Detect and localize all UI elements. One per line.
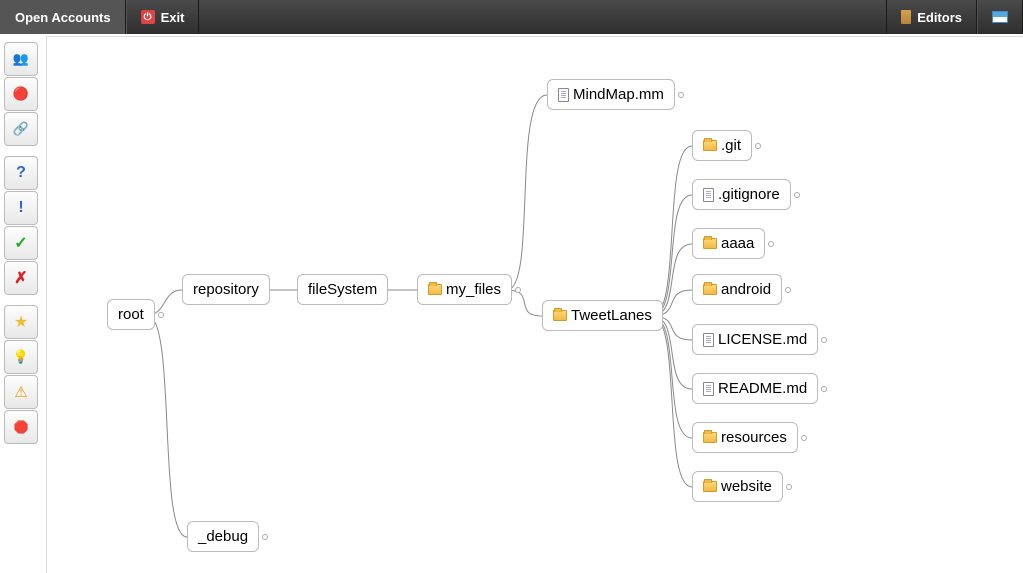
file-icon	[703, 382, 714, 396]
node-label: root	[118, 306, 144, 323]
expand-handle[interactable]	[785, 287, 791, 293]
exit-label: Exit	[161, 10, 185, 25]
top-toolbar: Open Accounts ⏻ Exit Editors	[0, 0, 1023, 34]
x-icon: ✗	[14, 268, 27, 288]
node-label: README.md	[718, 380, 807, 397]
link-icon: 🔗	[13, 121, 29, 137]
folder-icon	[553, 310, 567, 321]
node-mindmap[interactable]: MindMap.mm	[547, 79, 675, 110]
node-debug[interactable]: _debug	[187, 521, 259, 552]
star-button[interactable]: ★	[4, 305, 38, 339]
node-label: LICENSE.md	[718, 331, 807, 348]
node-label: .git	[721, 137, 741, 154]
folder-icon	[703, 432, 717, 443]
left-toolbar: 👥 🔴 🔗 ? ! ✓ ✗ ★ 💡 ⚠ 🛑	[4, 42, 38, 444]
folder-icon	[428, 284, 442, 295]
node-label: TweetLanes	[571, 307, 652, 324]
folder-icon	[703, 238, 717, 249]
editors-button[interactable]: Editors	[886, 0, 977, 34]
node-label: MindMap.mm	[573, 86, 664, 103]
warning-button[interactable]: ⚠	[4, 375, 38, 409]
expand-handle[interactable]	[821, 386, 827, 392]
node-label: android	[721, 281, 771, 298]
node-label: _debug	[198, 528, 248, 545]
open-accounts-label: Open Accounts	[15, 10, 111, 25]
idea-button[interactable]: 💡	[4, 340, 38, 374]
editors-label: Editors	[917, 10, 962, 25]
tool-button-1[interactable]: 👥	[4, 42, 38, 76]
ok-button[interactable]: ✓	[4, 226, 38, 260]
node-aaaa[interactable]: aaaa	[692, 228, 765, 259]
node-repository[interactable]: repository	[182, 274, 270, 305]
folder-icon	[703, 481, 717, 492]
users-icon: 👥	[13, 51, 29, 67]
menu-button[interactable]	[977, 0, 1023, 34]
file-icon	[703, 188, 714, 202]
expand-handle[interactable]	[821, 337, 827, 343]
node-git[interactable]: .git	[692, 130, 752, 161]
folder-icon	[703, 284, 717, 295]
expand-handle[interactable]	[801, 435, 807, 441]
cancel-button[interactable]: ✗	[4, 261, 38, 295]
node-label: resources	[721, 429, 787, 446]
exit-button[interactable]: ⏻ Exit	[126, 0, 200, 34]
power-icon: ⏻	[141, 10, 155, 24]
info-button[interactable]: !	[4, 191, 38, 225]
node-readme[interactable]: README.md	[692, 373, 818, 404]
help-button[interactable]: ?	[4, 156, 38, 190]
folder-icon	[703, 140, 717, 151]
node-my-files[interactable]: my_files	[417, 274, 512, 305]
node-label: aaaa	[721, 235, 754, 252]
tool-button-3[interactable]: 🔗	[4, 112, 38, 146]
expand-handle[interactable]	[678, 92, 684, 98]
node-gitignore[interactable]: .gitignore	[692, 179, 791, 210]
node-tweetlanes[interactable]: TweetLanes	[542, 300, 663, 331]
expand-handle[interactable]	[794, 192, 800, 198]
stop-icon: 🛑	[14, 420, 29, 434]
expand-handle[interactable]	[158, 312, 164, 318]
stop-button[interactable]: 🛑	[4, 410, 38, 444]
file-icon	[703, 333, 714, 347]
record-icon: 🔴	[13, 86, 29, 102]
node-website[interactable]: website	[692, 471, 783, 502]
mindmap-canvas[interactable]: root repository fileSystem my_files _deb…	[46, 36, 1023, 573]
bulb-icon: 💡	[13, 349, 29, 365]
expand-handle[interactable]	[755, 143, 761, 149]
exclaim-icon: !	[18, 199, 23, 217]
file-icon	[558, 88, 569, 102]
node-android[interactable]: android	[692, 274, 782, 305]
node-label: repository	[193, 281, 259, 298]
open-accounts-button[interactable]: Open Accounts	[0, 0, 126, 34]
expand-handle[interactable]	[786, 484, 792, 490]
tool-button-2[interactable]: 🔴	[4, 77, 38, 111]
node-resources[interactable]: resources	[692, 422, 798, 453]
check-icon: ✓	[14, 233, 27, 253]
edge-layer	[47, 37, 1023, 573]
warning-icon: ⚠	[14, 383, 27, 401]
expand-handle[interactable]	[768, 241, 774, 247]
expand-handle[interactable]	[515, 287, 521, 293]
expand-handle[interactable]	[262, 534, 268, 540]
node-label: fileSystem	[308, 281, 377, 298]
node-label: website	[721, 478, 772, 495]
star-icon: ★	[14, 312, 28, 332]
menu-icon	[992, 11, 1008, 23]
node-license[interactable]: LICENSE.md	[692, 324, 818, 355]
node-root[interactable]: root	[107, 299, 155, 330]
question-icon: ?	[16, 164, 26, 182]
node-label: my_files	[446, 281, 501, 298]
node-filesystem[interactable]: fileSystem	[297, 274, 388, 305]
node-label: .gitignore	[718, 186, 780, 203]
book-icon	[901, 10, 911, 24]
